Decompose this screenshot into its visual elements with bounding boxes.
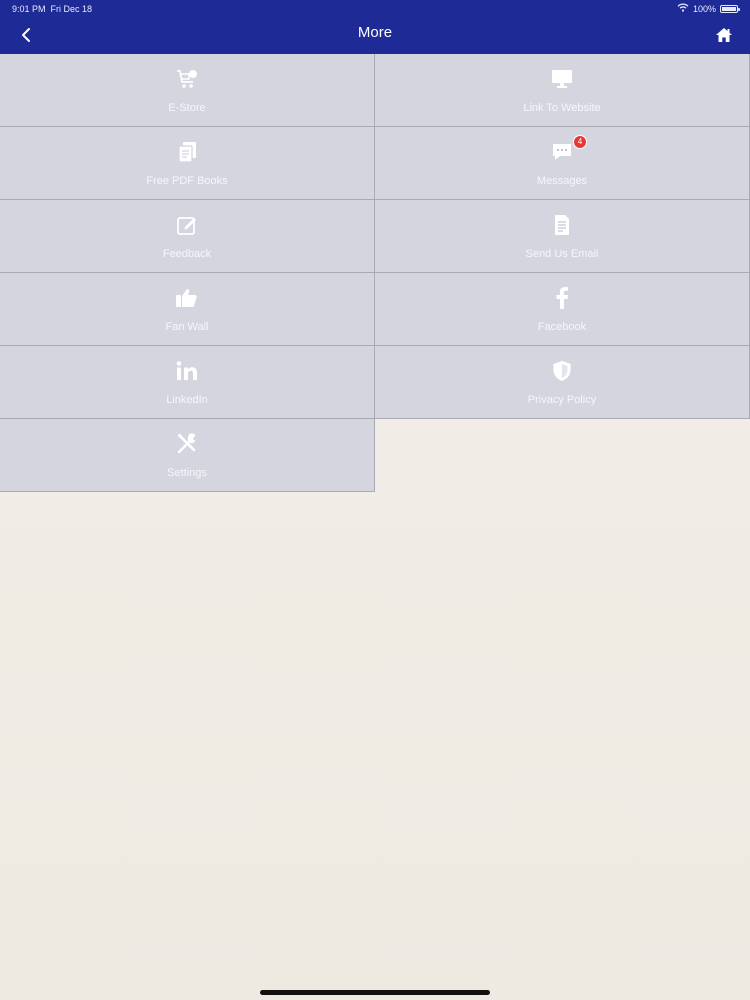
thumbs-up-icon	[174, 285, 200, 311]
status-right: 100%	[677, 3, 740, 14]
documents-icon	[174, 139, 200, 165]
menu-item-label: E-Store	[168, 102, 206, 114]
store-cart-icon	[174, 66, 200, 92]
menu-item-label: Feedback	[162, 248, 212, 260]
shield-icon	[549, 358, 575, 384]
wifi-icon	[677, 3, 689, 14]
email-document-icon	[549, 212, 575, 238]
chat-bubble-icon: 4	[549, 135, 587, 165]
message-count-badge: 4	[573, 135, 587, 149]
menu-item-link-to-website[interactable]: Link To Website	[375, 54, 750, 127]
linkedin-icon	[174, 358, 200, 384]
home-button[interactable]	[712, 24, 736, 46]
menu-item-label: Facebook	[537, 321, 587, 333]
top-bar: 9:01 PM Fri Dec 18 100% More	[0, 0, 750, 54]
menu-item-label: Free PDF Books	[146, 175, 228, 187]
menu-item-settings[interactable]: Settings	[0, 419, 375, 492]
home-icon	[716, 28, 732, 42]
status-bar: 9:01 PM Fri Dec 18 100%	[0, 0, 750, 18]
tools-icon	[174, 431, 200, 457]
menu-item-facebook[interactable]: Facebook	[375, 273, 750, 346]
menu-item-e-store[interactable]: E-Store	[0, 54, 375, 127]
status-time: 9:01 PM Fri Dec 18	[12, 4, 93, 14]
facebook-icon	[549, 285, 575, 311]
menu-item-label: Settings	[167, 467, 207, 479]
battery-icon	[720, 4, 740, 13]
menu-item-privacy-policy[interactable]: Privacy Policy	[375, 346, 750, 419]
monitor-icon	[549, 66, 575, 92]
page-title: More	[357, 24, 393, 41]
menu-item-label: Fan Wall	[165, 321, 209, 333]
menu-item-label: Privacy Policy	[527, 394, 597, 406]
menu-item-messages[interactable]: 4 Messages	[375, 127, 750, 200]
menu-item-label: LinkedIn	[166, 394, 208, 406]
menu-item-free-pdf-books[interactable]: Free PDF Books	[0, 127, 375, 200]
menu-item-send-us-email[interactable]: Send Us Email	[375, 200, 750, 273]
menu-item-feedback[interactable]: Feedback	[0, 200, 375, 273]
menu-item-fan-wall[interactable]: Fan Wall	[0, 273, 375, 346]
battery-percent: 100%	[692, 3, 716, 14]
menu-item-linkedin[interactable]: LinkedIn	[0, 346, 375, 419]
edit-icon	[174, 212, 200, 238]
menu-item-label: Messages	[536, 175, 588, 187]
home-indicator[interactable]	[260, 990, 490, 995]
menu-item-label: Send Us Email	[525, 248, 599, 260]
menu-item-label: Link To Website	[523, 102, 601, 114]
